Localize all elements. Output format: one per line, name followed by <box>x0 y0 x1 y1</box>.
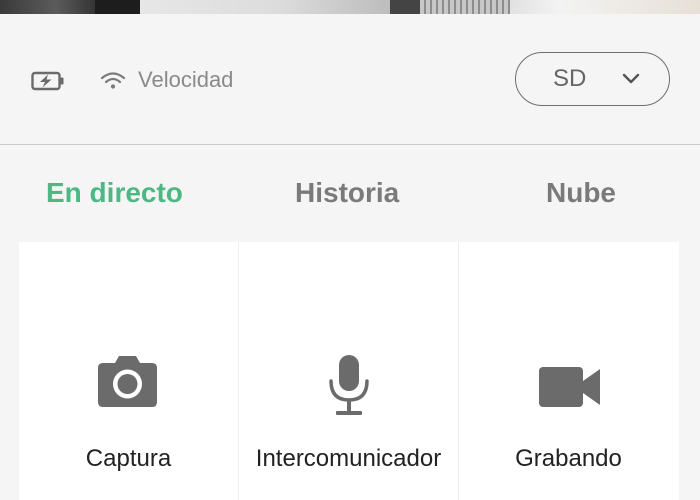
actions-panel: Captura Intercomunicador Grabando <box>19 242 679 500</box>
camera-icon <box>97 355 158 412</box>
quality-select[interactable]: SD <box>515 52 670 106</box>
battery-charging-icon <box>31 71 65 91</box>
intercom-button[interactable]: Intercomunicador <box>239 242 458 500</box>
video-camera-icon <box>538 366 601 413</box>
tab-bar: En directo Historia Nube <box>0 146 700 242</box>
record-label: Grabando <box>515 445 622 472</box>
tab-history[interactable]: Historia <box>295 176 399 210</box>
capture-label: Captura <box>85 445 172 472</box>
toolbar: Velocidad SD <box>0 14 700 145</box>
intercom-label: Intercomunicador <box>255 445 442 472</box>
tab-live[interactable]: En directo <box>46 176 183 210</box>
microphone-icon <box>326 354 372 421</box>
chevron-down-icon <box>621 72 641 86</box>
capture-button[interactable]: Captura <box>19 242 238 500</box>
video-preview <box>0 0 700 14</box>
speed-label: Velocidad <box>138 67 234 92</box>
wifi-icon <box>100 70 126 90</box>
tab-cloud[interactable]: Nube <box>546 176 616 210</box>
quality-value: SD <box>553 65 587 92</box>
record-button[interactable]: Grabando <box>459 242 678 500</box>
